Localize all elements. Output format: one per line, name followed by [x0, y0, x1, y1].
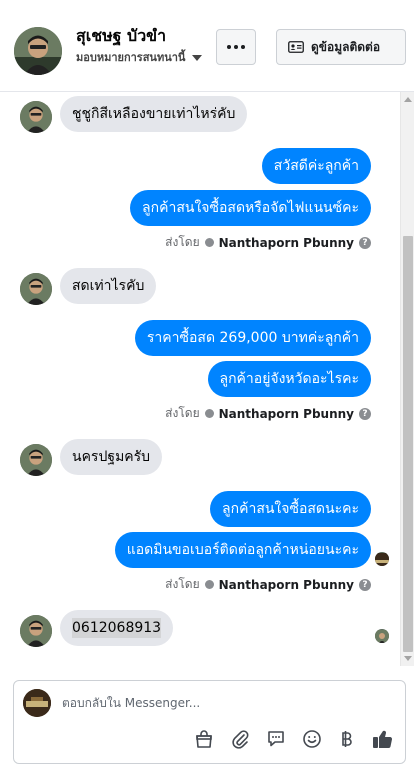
avatar: [20, 273, 52, 305]
thumbs-up-icon[interactable]: [370, 727, 394, 751]
chevron-down-icon: [192, 54, 203, 61]
message-list: ชูชูกิสีเหลืองขายเท่าไหร่คับ สวัสดีค่ะลู…: [0, 92, 400, 666]
sent-by-prefix: ส่งโดย: [165, 406, 200, 420]
incoming-message[interactable]: นครปฐมครับ: [60, 439, 163, 475]
sender-name: Nanthaporn Pbunny: [218, 235, 354, 250]
help-icon[interactable]: ?: [359, 407, 371, 420]
scroll-down-icon[interactable]: [404, 656, 412, 661]
chat-bubble-icon[interactable]: [264, 727, 288, 751]
view-contact-label: ดูข้อมูลติดต่อ: [311, 39, 381, 54]
contact-name[interactable]: สุเชษฐ บัวขำ: [76, 24, 166, 49]
dot: [227, 45, 231, 49]
avatar[interactable]: [14, 27, 62, 75]
contact-card-icon: [288, 41, 304, 53]
outgoing-message[interactable]: ลูกค้าสนใจซื้อสดหรือจัดไฟแนนซ์คะ: [130, 190, 371, 226]
reply-input[interactable]: [62, 693, 382, 713]
bag-icon[interactable]: [192, 727, 216, 751]
scrollbar[interactable]: [400, 92, 414, 666]
more-options-button[interactable]: [216, 29, 256, 65]
incoming-message[interactable]: ชูชูกิสีเหลืองขายเท่าไหร่คับ: [60, 96, 248, 132]
help-icon[interactable]: ?: [359, 578, 371, 591]
incoming-message[interactable]: 0612068913: [60, 610, 174, 646]
verified-icon: [204, 580, 214, 589]
messenger-panel: สุเชษฐ บัวขำ มอบหมายการสนทนานี้ ดูข้อมูล…: [0, 0, 414, 772]
outgoing-message[interactable]: ลูกค้าสนใจซื้อสดนะคะ: [210, 491, 371, 527]
scrollbar-thumb[interactable]: [403, 236, 413, 652]
outgoing-message[interactable]: สวัสดีค่ะลูกค้า: [261, 148, 371, 184]
sender-name: Nanthaporn Pbunny: [218, 406, 354, 421]
view-contact-button[interactable]: ดูข้อมูลติดต่อ: [276, 29, 406, 65]
sent-by-prefix: ส่งโดย: [165, 235, 200, 249]
paperclip-icon[interactable]: [228, 727, 252, 751]
dot: [241, 45, 245, 49]
dot: [234, 45, 238, 49]
emoji-icon[interactable]: [300, 727, 324, 751]
avatar: [20, 101, 52, 133]
sent-by-prefix: ส่งโดย: [165, 577, 200, 591]
outgoing-message[interactable]: ราคาซื้อสด 269,000 บาทค่ะลูกค้า: [134, 320, 371, 356]
verified-icon: [204, 409, 214, 418]
phone-number[interactable]: 0612068913: [72, 618, 162, 638]
assign-conversation[interactable]: มอบหมายการสนทนานี้: [76, 48, 203, 66]
reply-composer: [13, 680, 406, 764]
outgoing-message[interactable]: ลูกค้าอยู่จังหวัดอะไรคะ: [207, 361, 371, 397]
incoming-message[interactable]: สดเท่าไรคับ: [60, 268, 157, 304]
help-icon[interactable]: ?: [359, 236, 371, 249]
avatar: [20, 444, 52, 476]
verified-icon: [204, 238, 214, 247]
baht-icon[interactable]: [334, 727, 358, 751]
seen-avatar: [375, 629, 389, 643]
sent-by-label: ส่งโดย Nanthaporn Pbunny ?: [165, 233, 371, 252]
sent-by-label: ส่งโดย Nanthaporn Pbunny ?: [165, 404, 371, 423]
outgoing-message[interactable]: แอดมินขอเบอร์ติดต่อลูกค้าหน่อยนะคะ: [114, 532, 371, 568]
avatar: [20, 615, 52, 647]
seen-avatar: [375, 552, 389, 566]
assign-label: มอบหมายการสนทนานี้: [76, 51, 186, 64]
conversation-header: สุเชษฐ บัวขำ มอบหมายการสนทนานี้ ดูข้อมูล…: [0, 0, 414, 92]
sent-by-label: ส่งโดย Nanthaporn Pbunny ?: [165, 575, 371, 594]
scroll-up-icon[interactable]: [404, 97, 412, 102]
sender-name: Nanthaporn Pbunny: [218, 577, 354, 592]
page-avatar: [23, 689, 51, 717]
